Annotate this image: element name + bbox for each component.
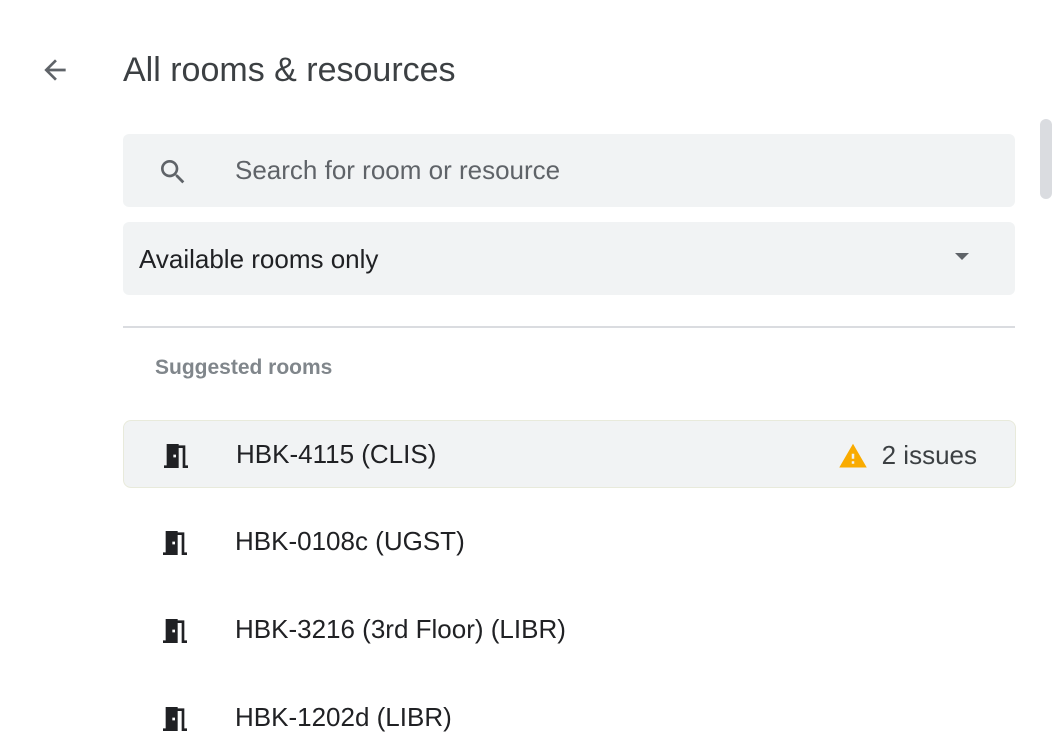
rooms-resources-page: All rooms & resources Available rooms on… xyxy=(0,0,1054,745)
search-box[interactable] xyxy=(123,134,1015,207)
room-list-item[interactable]: HBK-4115 (CLIS) 2 issues xyxy=(123,420,1016,488)
room-name: HBK-0108c (UGST) xyxy=(235,526,465,556)
issues-count-label: 2 issues xyxy=(881,440,977,470)
divider xyxy=(123,326,1015,328)
page-title: All rooms & resources xyxy=(123,51,456,89)
warning-icon xyxy=(838,443,867,468)
room-filter-select[interactable]: Available rooms only xyxy=(123,222,1015,295)
room-list-item[interactable]: HBK-1202d (LIBR) xyxy=(123,684,1016,745)
room-issues-indicator: 2 issues xyxy=(838,438,977,472)
back-button[interactable] xyxy=(32,50,78,90)
arrow-back-icon xyxy=(44,59,66,81)
room-name: HBK-1202d (LIBR) xyxy=(235,702,452,732)
section-label-suggested-rooms: Suggested rooms xyxy=(155,356,333,379)
meeting-room-icon xyxy=(163,619,187,643)
room-name: HBK-3216 (3rd Floor) (LIBR) xyxy=(235,614,566,644)
filter-selected-value: Available rooms only xyxy=(139,244,379,274)
meeting-room-icon xyxy=(163,707,187,731)
dropdown-arrow-icon xyxy=(955,253,969,260)
search-input[interactable] xyxy=(235,148,975,192)
search-icon xyxy=(161,160,185,184)
room-list-item[interactable]: HBK-0108c (UGST) xyxy=(123,508,1016,576)
meeting-room-icon xyxy=(163,531,187,555)
room-list-item[interactable]: HBK-3216 (3rd Floor) (LIBR) xyxy=(123,596,1016,664)
meeting-room-icon xyxy=(164,444,188,468)
scrollbar-thumb[interactable] xyxy=(1040,119,1052,199)
room-name: HBK-4115 (CLIS) xyxy=(236,439,437,469)
